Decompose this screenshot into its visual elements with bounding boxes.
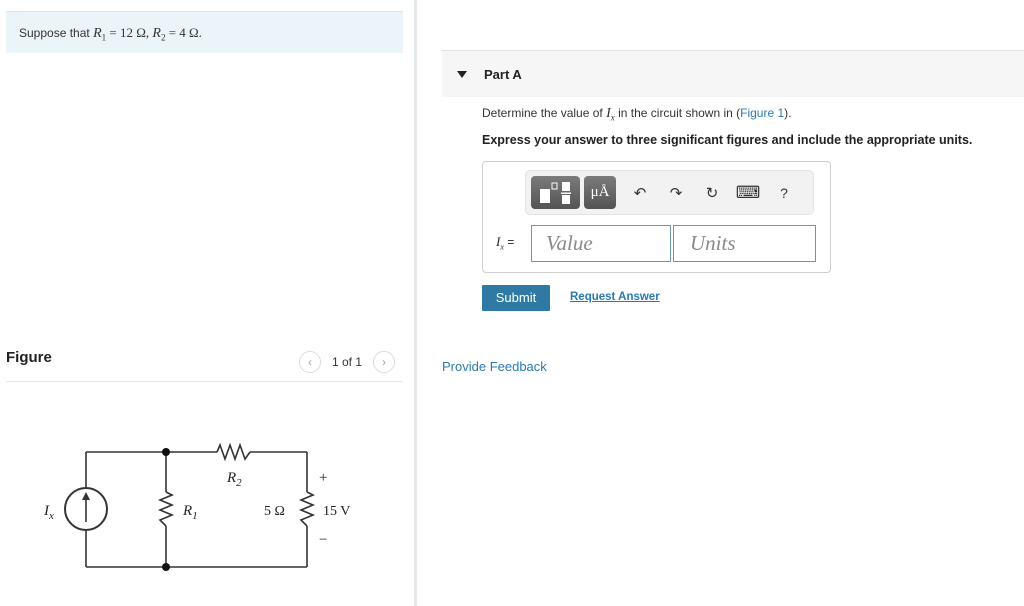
r1-label: R1 [182, 503, 198, 522]
chevron-left-icon: ‹ [308, 355, 312, 369]
load-resistance-label: 5 Ω [264, 504, 285, 519]
question-text: Determine the value of Ix in the circuit… [482, 106, 792, 122]
redo-icon[interactable]: ↷ [658, 176, 694, 209]
source-label: Ix [43, 503, 54, 522]
right-panel: Part A Determine the value of Ix in the … [417, 0, 1024, 606]
r1-resistor [157, 491, 175, 527]
math-toolbar: μÅ ↶ ↷ ↻ ⌨ ? [525, 170, 814, 215]
submit-button[interactable]: Submit [482, 285, 550, 311]
question-mid: in the circuit shown in ( [614, 106, 741, 120]
question-prefix: Determine the value of [482, 106, 607, 120]
plus-sign: + [319, 470, 327, 486]
intro-text: Suppose that [19, 26, 94, 40]
answer-box: μÅ ↶ ↷ ↻ ⌨ ? Ix = Value Units [482, 161, 831, 273]
current-arrow-icon [82, 492, 90, 500]
figure-link[interactable]: Figure 1 [740, 106, 784, 120]
r2-symbol: R [152, 26, 161, 41]
figure-counter: 1 of 1 [332, 355, 363, 369]
question-suffix: ). [784, 106, 792, 120]
caret-down-icon[interactable] [457, 70, 467, 78]
figure-title: Figure [6, 349, 52, 366]
help-button[interactable]: ? [766, 176, 802, 209]
r2-resistor [216, 442, 251, 462]
provide-feedback-link[interactable]: Provide Feedback [442, 359, 547, 374]
r2-value: = 4 Ω. [165, 25, 202, 40]
units-input[interactable]: Units [673, 225, 816, 262]
r1-value: = 12 Ω, [106, 25, 153, 40]
request-answer-link[interactable]: Request Answer [570, 291, 660, 303]
load-voltage-label: 15 V [323, 504, 350, 519]
load-resistor [298, 491, 316, 527]
keyboard-icon[interactable]: ⌨ [730, 176, 766, 209]
part-title: Part A [484, 66, 522, 82]
chevron-right-icon: › [382, 355, 387, 369]
units-button[interactable]: μÅ [584, 176, 616, 209]
next-figure-button[interactable]: › [373, 351, 396, 373]
figure-pagination: ‹ 1 of 1 › [299, 350, 396, 374]
templates-icon [539, 181, 571, 204]
problem-intro: Suppose that R1 = 12 Ω, R2 = 4 Ω. [6, 11, 403, 53]
value-input[interactable]: Value [531, 225, 671, 262]
minus-sign: − [319, 532, 327, 548]
node-bottom [162, 563, 170, 571]
node-top [162, 448, 170, 456]
circuit-diagram: Ix R1 R2 5 Ω 15 V + − [43, 442, 350, 571]
prev-figure-button[interactable]: ‹ [299, 351, 321, 373]
instruction-text: Express your answer to three significant… [482, 133, 973, 147]
r1-symbol: R [93, 26, 102, 41]
templates-button[interactable] [531, 176, 580, 209]
left-panel: Suppose that R1 = 12 Ω, R2 = 4 Ω. Figure… [0, 0, 415, 606]
r2-label: R2 [226, 470, 242, 489]
figure-divider [6, 381, 403, 382]
part-a-header[interactable]: Part A [442, 50, 1024, 97]
reset-icon[interactable]: ↻ [694, 176, 730, 209]
answer-variable-label: Ix = [496, 234, 515, 252]
undo-icon[interactable]: ↶ [622, 176, 658, 209]
